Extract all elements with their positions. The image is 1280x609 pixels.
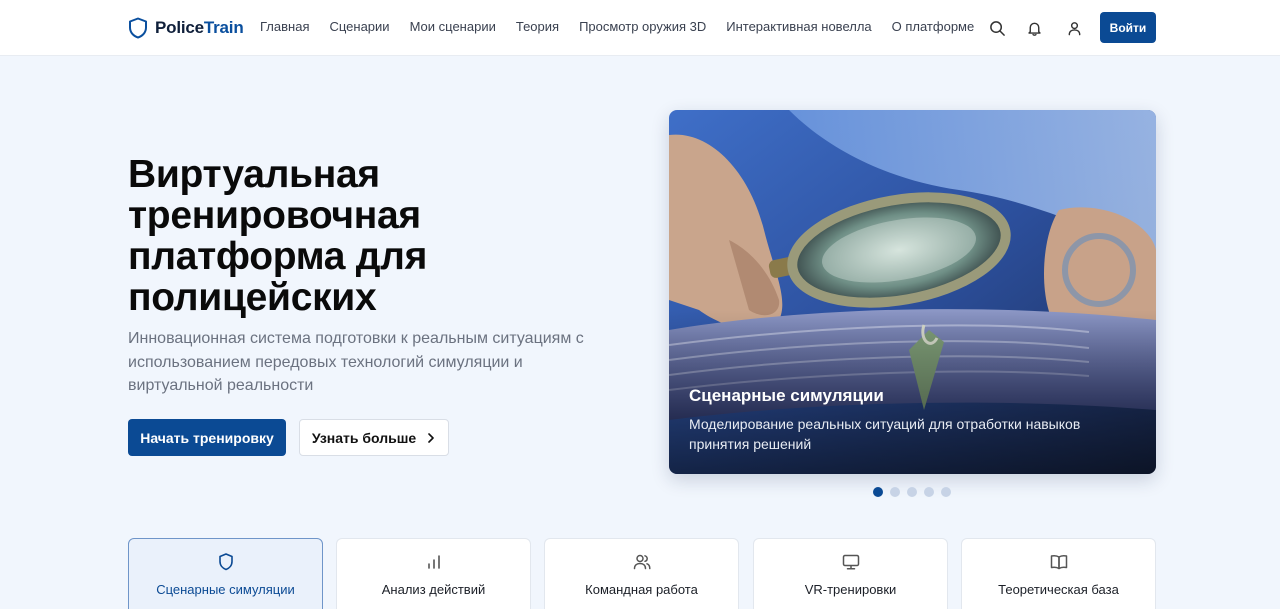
feature-card-teamwork[interactable]: Командная работа (544, 538, 739, 609)
feature-card-vr[interactable]: VR-тренировки (753, 538, 948, 609)
bar-chart-icon (424, 552, 444, 572)
carousel-dot-3[interactable] (907, 487, 917, 497)
learn-more-button[interactable]: Узнать больше (299, 419, 449, 456)
nav-link-scenarios[interactable]: Сценарии (329, 19, 389, 34)
learn-more-label: Узнать больше (311, 429, 417, 446)
brand-logo[interactable]: PoliceTrain (128, 16, 244, 40)
monitor-icon (841, 552, 861, 572)
nav-link-weapons-3d[interactable]: Просмотр оружия 3D (579, 19, 706, 34)
hero-carousel[interactable]: Сценарные симуляции Моделирование реальн… (669, 110, 1156, 474)
nav-link-interactive-novel[interactable]: Интерактивная новелла (726, 19, 871, 34)
feature-card-analysis[interactable]: Анализ действий (336, 538, 531, 609)
feature-card-theory[interactable]: Теоретическая база (961, 538, 1156, 609)
nav-link-home[interactable]: Главная (260, 19, 309, 34)
carousel-dots (873, 487, 951, 497)
carousel-dot-4[interactable] (924, 487, 934, 497)
users-icon (632, 552, 652, 572)
chevron-right-icon (428, 432, 434, 443)
carousel-dot-2[interactable] (890, 487, 900, 497)
user-icon[interactable] (1063, 17, 1085, 39)
shield-logo-icon (129, 17, 147, 39)
brand-name: PoliceTrain (155, 18, 244, 37)
feature-label: Сценарные симуляции (156, 582, 295, 597)
main-nav: Главная Сценарии Мои сценарии Теория Про… (260, 19, 974, 34)
feature-label: VR-тренировки (804, 582, 897, 597)
login-button[interactable]: Войти (1100, 12, 1156, 43)
feature-label: Теоретическая база (998, 582, 1119, 597)
start-training-button[interactable]: Начать тренировку (128, 419, 286, 456)
bell-icon[interactable] (1023, 17, 1045, 39)
feature-label: Анализ действий (381, 582, 486, 597)
slide-description: Моделирование реальных ситуаций для отра… (689, 416, 1081, 452)
feature-card-scenarios[interactable]: Сценарные симуляции (128, 538, 323, 609)
nav-link-my-scenarios[interactable]: Мои сценарии (410, 19, 496, 34)
top-navbar: PoliceTrain Главная Сценарии Мои сценари… (0, 0, 1280, 56)
nav-link-about[interactable]: О платформе (892, 19, 975, 34)
nav-link-theory[interactable]: Теория (516, 19, 559, 34)
shield-icon (216, 552, 236, 572)
slide-title: Сценарные симуляции (689, 386, 884, 405)
hero-title: Виртуальная тренировочная платформа для … (128, 153, 428, 319)
hero-subtitle: Инновационная система подготовки к реаль… (128, 330, 584, 394)
search-icon[interactable] (986, 17, 1008, 39)
feature-label: Командная работа (585, 582, 698, 597)
carousel-dot-5[interactable] (941, 487, 951, 497)
book-icon (1049, 552, 1069, 572)
carousel-dot-1[interactable] (873, 487, 883, 497)
